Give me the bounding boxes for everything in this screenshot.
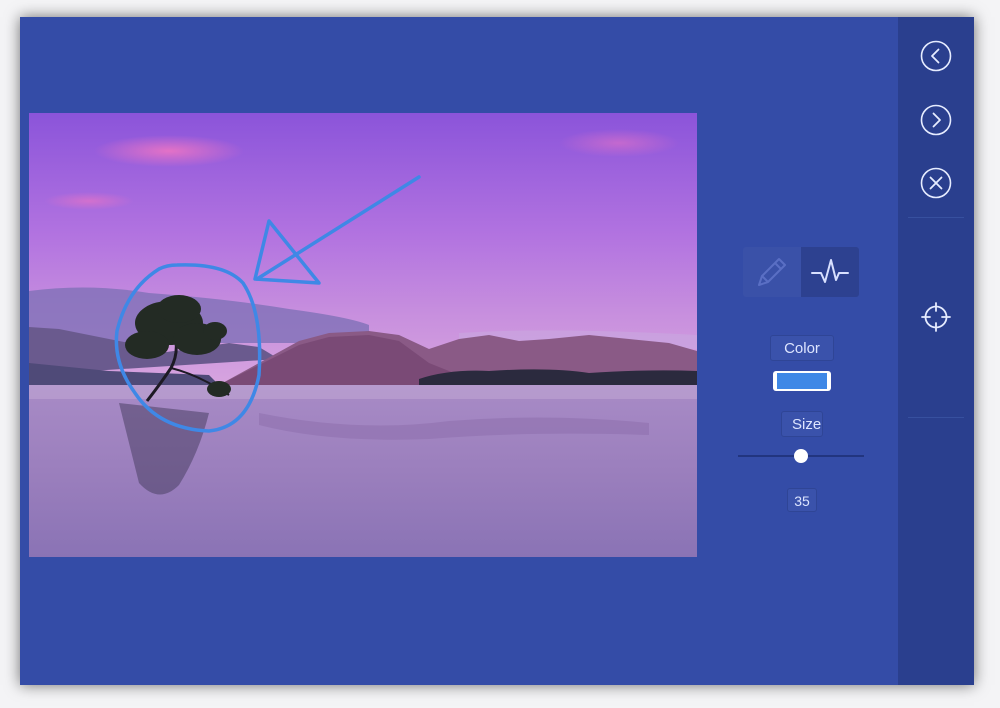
pulse-line-icon [811, 259, 849, 283]
tool-toggle [743, 247, 859, 297]
sidebar-divider [908, 417, 964, 418]
image-canvas[interactable] [29, 113, 697, 557]
crosshair-icon [921, 302, 951, 332]
chevron-right-circle-icon [920, 104, 952, 136]
size-value: 35 [787, 488, 817, 512]
close-circle-icon [920, 167, 952, 199]
size-label: Size [781, 411, 823, 437]
right-sidebar [898, 17, 974, 685]
photo [29, 113, 697, 557]
forward-button[interactable] [920, 104, 952, 136]
editor-window: Color Size 35 [20, 17, 974, 685]
pencil-tool-button[interactable] [743, 247, 801, 297]
line-tool-button[interactable] [801, 247, 859, 297]
back-button[interactable] [920, 40, 952, 72]
pink-cloud [559, 129, 679, 157]
pink-cloud [44, 192, 134, 210]
color-picker[interactable] [773, 371, 831, 391]
sidebar-divider [908, 217, 964, 218]
tree-line [419, 369, 697, 385]
close-button[interactable] [920, 167, 952, 199]
pencil-icon [758, 258, 786, 286]
color-label: Color [770, 335, 834, 361]
size-slider-thumb[interactable] [794, 449, 808, 463]
target-button[interactable] [920, 301, 952, 333]
pink-cloud [94, 135, 244, 167]
color-swatch-fill [777, 373, 827, 389]
chevron-left-circle-icon [920, 40, 952, 72]
